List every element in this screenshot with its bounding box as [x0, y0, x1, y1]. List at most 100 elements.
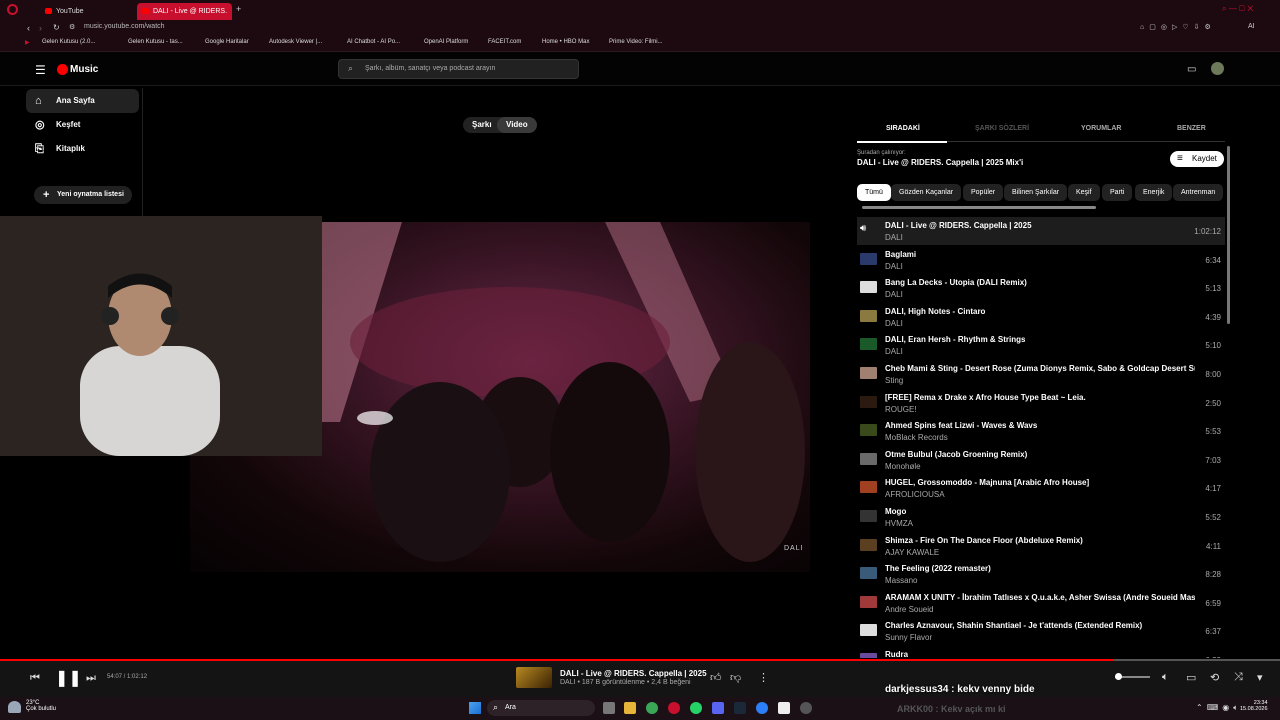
queue-row[interactable]: The Feeling (2022 remaster) Massano 8:28: [857, 560, 1225, 588]
bookmark-youtube-icon[interactable]: ▶: [25, 39, 30, 46]
queue-row[interactable]: Otme Bulbul (Jacob Groening Remix) Monohø…: [857, 446, 1225, 474]
ai-icon[interactable]: AI: [1248, 23, 1255, 30]
queue-row[interactable]: Ahmed Spins feat Lizwi - Waves & Wavs MoB…: [857, 417, 1225, 445]
chip-all[interactable]: Tümü: [857, 184, 891, 201]
new-playlist-button[interactable]: + Yeni oynatma listesi: [34, 186, 132, 204]
search-input[interactable]: ⌕ Şarkı, albüm, sanatçı veya podcast ara…: [338, 59, 579, 79]
chip-energetic[interactable]: Enerjik: [1135, 184, 1173, 201]
dislike-icon[interactable]: 👎︎: [730, 671, 741, 684]
weather-widget[interactable]: 23°C Çok bulutlu: [26, 700, 56, 712]
volume-icon[interactable]: 🔈︎: [1162, 671, 1169, 684]
chips-scrollbar[interactable]: [862, 206, 1096, 209]
discord-icon[interactable]: [712, 702, 724, 714]
queue-row[interactable]: HUGEL, Grossomoddo - Majnuna [Arabic Afr…: [857, 474, 1225, 502]
bookmark-item[interactable]: Gelen Kutusu - tas...: [128, 39, 183, 45]
chip-workout[interactable]: Antrenman: [1173, 184, 1224, 201]
tab-up-next[interactable]: SIRADAKİ: [886, 125, 920, 132]
bookmark-item[interactable]: FACEIT.com: [488, 39, 521, 45]
tab-related[interactable]: BENZER: [1177, 125, 1206, 132]
new-tab-button[interactable]: +: [236, 4, 241, 14]
chip-familiar[interactable]: Bilinen Şarkılar: [1004, 184, 1068, 201]
sidebar-item-explore[interactable]: ◎ Keşfet: [26, 113, 139, 137]
browser-logo-icon[interactable]: [7, 4, 18, 15]
bookmark-item[interactable]: Prime Video: Filmi...: [609, 39, 663, 45]
tab-comments[interactable]: YORUMLAR: [1081, 125, 1121, 132]
toggle-video[interactable]: Video: [497, 117, 537, 133]
volume-slider[interactable]: [1115, 673, 1150, 680]
tab-youtube[interactable]: YouTube: [40, 3, 136, 20]
bookmark-item[interactable]: Home • HBO Max: [542, 39, 589, 45]
back-icon[interactable]: ‹: [27, 23, 30, 33]
now-playing-thumbnail[interactable]: [516, 667, 552, 688]
chip-party[interactable]: Parti: [1102, 184, 1133, 201]
queue-row[interactable]: Charles Aznavour, Shahin Shantiael - Je …: [857, 617, 1225, 645]
previous-icon[interactable]: ⏮: [30, 672, 40, 685]
bookmark-item[interactable]: AI Chatbot - AI Po...: [347, 39, 400, 45]
taskbar-search[interactable]: ⌕ Ara: [487, 700, 595, 716]
window-controls[interactable]: ⌕ — ▢ ✕: [1222, 4, 1253, 14]
queue-row[interactable]: Shimza - Fire On The Dance Floor (Abdelu…: [857, 532, 1225, 560]
toggle-song[interactable]: Şarkı: [463, 117, 501, 133]
queue-row[interactable]: 🔊︎ DALI - Live @ RIDERS. Cappella | 2025 D…: [857, 217, 1225, 245]
track-thumbnail: [860, 567, 877, 580]
bookmark-item[interactable]: Autodesk Viewer |...: [269, 39, 322, 45]
queue-row[interactable]: Mogo HVMZA 5:52: [857, 503, 1225, 531]
pause-icon[interactable]: ❚❚: [55, 668, 82, 688]
sidebar-item-home[interactable]: ⌂ Ana Sayfa: [26, 89, 139, 113]
avatar[interactable]: [1211, 62, 1224, 75]
miniplayer-icon[interactable]: ▭: [1186, 671, 1196, 684]
shuffle-icon[interactable]: ⤨: [1234, 671, 1243, 684]
more-options-icon[interactable]: ⋮: [758, 671, 769, 684]
queue-row[interactable]: [FREE] Rema x Drake x Afro House Type Be…: [857, 389, 1225, 417]
chrome-icon[interactable]: [646, 702, 658, 714]
expand-icon[interactable]: ▾: [1257, 671, 1263, 684]
forward-icon[interactable]: ›: [39, 23, 42, 33]
chip-discover[interactable]: Keşif: [1068, 184, 1100, 201]
address-bar: ‹ › ↻ ⚙ music.youtube.com/watch ⌂▢◎▷♡⇩⚙ …: [0, 20, 1280, 36]
queue-row[interactable]: Cheb Mami & Sting - Desert Rose (Zuma Di…: [857, 360, 1225, 388]
like-icon[interactable]: 👍︎: [710, 671, 722, 684]
clock[interactable]: 23:34 15.08.2026: [1240, 700, 1268, 712]
reload-icon[interactable]: ↻: [53, 23, 60, 32]
track-duration: 6:59: [1205, 598, 1221, 608]
document-icon[interactable]: [778, 702, 790, 714]
whatsapp-icon[interactable]: [690, 702, 702, 714]
app-icon[interactable]: [756, 702, 768, 714]
queue-row[interactable]: Baglami DALI 6:34: [857, 246, 1225, 274]
app-logo-text[interactable]: Music: [70, 64, 98, 75]
menu-icon[interactable]: ☰: [35, 63, 46, 77]
volume-knob[interactable]: [1115, 673, 1122, 680]
queue-row[interactable]: Rudra 6:33: [857, 646, 1225, 658]
queue-row[interactable]: DALI, Eran Hersh - Rhythm & Strings DALI 5…: [857, 331, 1225, 359]
sidebar-divider: [142, 88, 143, 216]
opera-gx-icon[interactable]: [668, 702, 680, 714]
bookmark-item[interactable]: Google Haritalar: [205, 39, 249, 45]
save-button[interactable]: ≡ Kaydet: [1170, 151, 1224, 167]
chip-missed[interactable]: Gözden Kaçanlar: [891, 184, 962, 201]
system-tray-icons[interactable]: ⌃⌨◉🔈︎: [1196, 703, 1242, 713]
file-explorer-icon[interactable]: [624, 702, 636, 714]
track-thumbnail: [860, 309, 877, 322]
track-thumbnail: [860, 424, 877, 437]
cast-icon[interactable]: ▭: [1187, 64, 1196, 75]
obs-icon[interactable]: [800, 702, 812, 714]
bookmark-item[interactable]: OpenAI Platform: [424, 39, 468, 45]
task-view-icon[interactable]: [603, 702, 615, 714]
sidebar-item-library[interactable]: ⎘ Kitaplık: [26, 137, 139, 161]
queue-row[interactable]: ARAMAM X UNITY - İbrahim Tatlıses x Q.u.…: [857, 589, 1225, 617]
url-field[interactable]: music.youtube.com/watch: [84, 23, 165, 30]
extension-icons[interactable]: ⌂▢◎▷♡⇩⚙: [1140, 23, 1216, 31]
queue-row[interactable]: DALI, High Notes - Cintaro DALI 4:39: [857, 303, 1225, 331]
queue-scrollbar[interactable]: [1227, 146, 1230, 324]
tab-dali[interactable]: DALI - Live @ RIDERS.: [137, 3, 232, 20]
steam-icon[interactable]: [734, 702, 746, 714]
site-info-icon[interactable]: ⚙: [69, 23, 75, 31]
tab-lyrics[interactable]: ŞARKI SÖZLERİ: [975, 125, 1029, 132]
repeat-icon[interactable]: ⟲: [1210, 671, 1219, 684]
bookmark-item[interactable]: Gelen Kutusu (2.0...: [42, 39, 95, 45]
windows-start-icon[interactable]: [469, 702, 481, 714]
next-icon[interactable]: ⏭: [86, 672, 96, 685]
chip-popular[interactable]: Popüler: [963, 184, 1004, 201]
queue-row[interactable]: Bang La Decks - Utopia (DALI Remix) DALI 5…: [857, 274, 1225, 302]
now-playing-title[interactable]: DALI - Live @ RIDERS. Cappella | 2025: [560, 669, 707, 678]
